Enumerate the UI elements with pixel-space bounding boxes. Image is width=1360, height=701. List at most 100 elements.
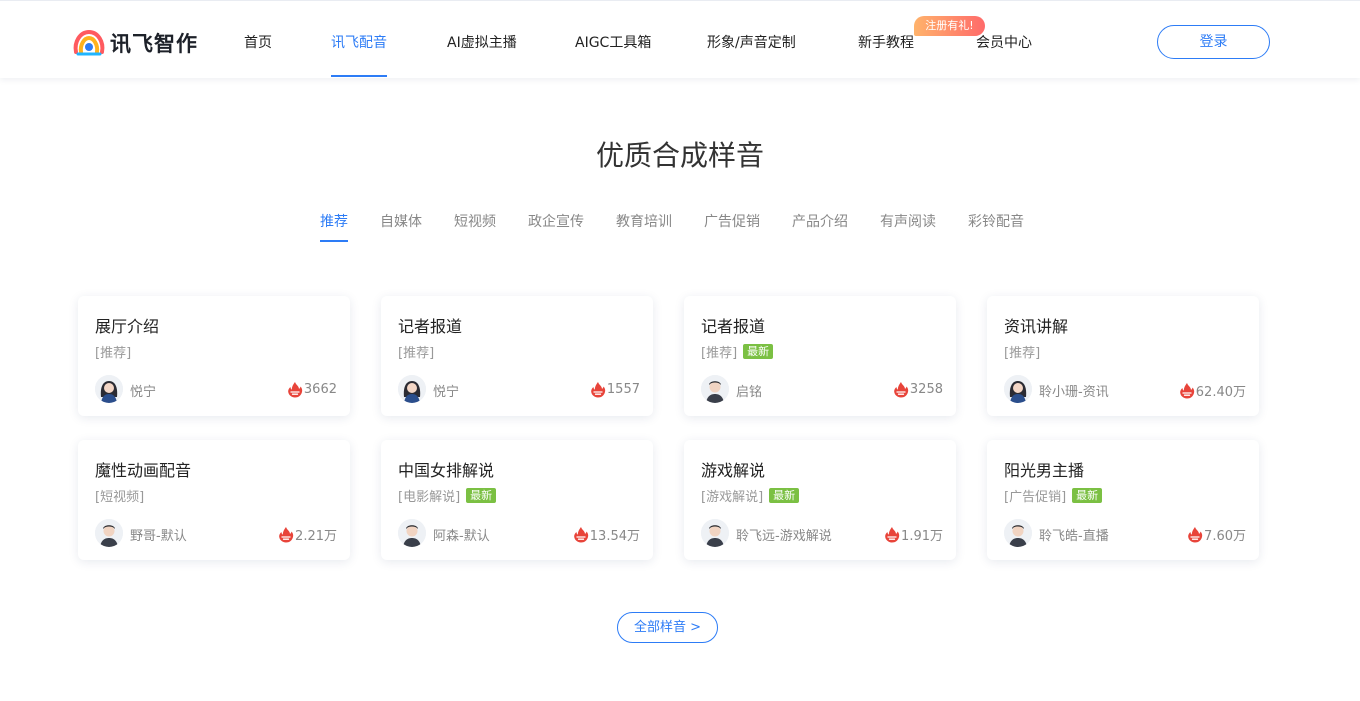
promo-badge[interactable]: 注册有礼! bbox=[914, 16, 985, 36]
card-tags: [推荐] bbox=[1004, 342, 1040, 361]
nav-item-dubbing[interactable]: 讯飞配音 bbox=[331, 32, 387, 52]
new-badge: 最新 bbox=[743, 344, 774, 359]
fire-icon bbox=[287, 381, 304, 398]
play-count: 2.21万 bbox=[278, 525, 337, 544]
play-count: 7.60万 bbox=[1187, 525, 1246, 544]
fire-icon bbox=[573, 526, 590, 543]
card-title: 阳光男主播 bbox=[1004, 461, 1085, 480]
play-count-value: 62.40万 bbox=[1195, 385, 1246, 400]
female-avatar bbox=[398, 375, 426, 403]
card-category-tag: [推荐] bbox=[1004, 346, 1041, 361]
voice-sample-card[interactable]: 中国女排解说 [电影解说] 最新阿森-默认 13.54万 bbox=[381, 440, 653, 560]
play-count: 1.91万 bbox=[884, 525, 943, 544]
tab-recommended[interactable]: 推荐 bbox=[320, 211, 348, 231]
tab-advertising[interactable]: 广告促销 bbox=[704, 211, 760, 231]
tab-self-media[interactable]: 自媒体 bbox=[380, 211, 422, 231]
play-count-value: 3662 bbox=[303, 382, 337, 397]
section-title: 优质合成样音 bbox=[595, 139, 764, 172]
voice-sample-card[interactable]: 阳光男主播 [广告促销] 最新聆飞皓-直播 7.60万 bbox=[987, 440, 1259, 560]
female-avatar bbox=[1004, 375, 1032, 403]
speaker-name: 启铭 bbox=[736, 385, 763, 400]
speaker-name: 悦宁 bbox=[433, 385, 460, 400]
fire-icon bbox=[1187, 526, 1204, 543]
card-tags: [电影解说] 最新 bbox=[398, 486, 497, 505]
tab-product[interactable]: 产品介绍 bbox=[792, 211, 848, 231]
nav-item-aigc-tools[interactable]: AIGC工具箱 bbox=[575, 32, 651, 52]
tab-ringtone[interactable]: 彩铃配音 bbox=[968, 211, 1024, 231]
logo-text: 讯飞智作 bbox=[110, 32, 198, 56]
voice-sample-card[interactable]: 魔性动画配音 [短视频] 野哥-默认 2.21万 bbox=[78, 440, 350, 560]
play-count-value: 1.91万 bbox=[901, 529, 943, 544]
voice-sample-card[interactable]: 资讯讲解 [推荐] 聆小珊-资讯 62.40万 bbox=[987, 296, 1259, 416]
card-title: 记者报道 bbox=[398, 317, 463, 336]
tab-audiobook[interactable]: 有声阅读 bbox=[880, 211, 936, 231]
card-title: 展厅介绍 bbox=[95, 317, 160, 336]
active-tab-indicator bbox=[320, 240, 348, 242]
nav-item-tutorial[interactable]: 新手教程 bbox=[858, 32, 914, 52]
fire-icon bbox=[590, 381, 607, 398]
voice-sample-card[interactable]: 游戏解说 [游戏解说] 最新聆飞远-游戏解说 1.91万 bbox=[684, 440, 956, 560]
new-badge: 最新 bbox=[1072, 488, 1103, 503]
card-tags: [短视频] bbox=[95, 486, 144, 505]
card-title: 中国女排解说 bbox=[398, 461, 495, 480]
login-button[interactable]: 登录 bbox=[1157, 25, 1270, 59]
male-avatar bbox=[1004, 519, 1032, 547]
fire-icon bbox=[278, 526, 295, 543]
tab-education[interactable]: 教育培训 bbox=[616, 211, 672, 231]
tab-short-video[interactable]: 短视频 bbox=[454, 211, 496, 231]
card-category-tag: [广告促销] bbox=[1004, 490, 1067, 505]
new-badge: 最新 bbox=[466, 488, 497, 503]
play-count-value: 2.21万 bbox=[295, 529, 337, 544]
nav-item-membership[interactable]: 会员中心 bbox=[976, 32, 1032, 52]
speaker-name: 聆飞远-游戏解说 bbox=[736, 529, 832, 544]
active-nav-indicator bbox=[331, 75, 387, 77]
card-tags: [游戏解说] 最新 bbox=[701, 486, 800, 505]
all-samples-button[interactable]: 全部样音 > bbox=[617, 612, 718, 643]
card-category-tag: [推荐] bbox=[701, 346, 738, 361]
male-avatar bbox=[701, 519, 729, 547]
card-title: 魔性动画配音 bbox=[95, 461, 192, 480]
card-title: 资讯讲解 bbox=[1004, 317, 1069, 336]
voice-sample-card[interactable]: 展厅介绍 [推荐] 悦宁 3662 bbox=[78, 296, 350, 416]
card-tags: [推荐] bbox=[398, 342, 434, 361]
play-count: 62.40万 bbox=[1179, 381, 1246, 400]
speaker-name: 野哥-默认 bbox=[130, 529, 187, 544]
tab-government[interactable]: 政企宣传 bbox=[528, 211, 584, 231]
play-count: 3662 bbox=[287, 381, 337, 398]
nav-item-ai-anchor[interactable]: AI虚拟主播 bbox=[447, 32, 517, 52]
card-tags: [广告促销] 最新 bbox=[1004, 486, 1103, 505]
female-avatar bbox=[95, 375, 123, 403]
card-category-tag: [推荐] bbox=[398, 346, 435, 361]
play-count: 13.54万 bbox=[573, 525, 640, 544]
card-category-tag: [游戏解说] bbox=[701, 490, 764, 505]
fire-icon bbox=[884, 526, 901, 543]
nav-item-custom-voice[interactable]: 形象/声音定制 bbox=[707, 32, 796, 52]
brand-logo[interactable]: 讯飞智作 bbox=[72, 27, 198, 59]
speaker-name: 阿森-默认 bbox=[433, 529, 490, 544]
play-count-value: 13.54万 bbox=[589, 529, 640, 544]
fire-icon bbox=[1179, 382, 1196, 399]
card-category-tag: [电影解说] bbox=[398, 490, 461, 505]
nav-item-home[interactable]: 首页 bbox=[244, 32, 272, 52]
play-count-value: 1557 bbox=[606, 382, 640, 397]
card-title: 记者报道 bbox=[701, 317, 766, 336]
logo-icon bbox=[73, 29, 105, 56]
card-tags: [推荐] bbox=[95, 342, 131, 361]
card-tags: [推荐] 最新 bbox=[701, 342, 774, 361]
speaker-name: 聆飞皓-直播 bbox=[1039, 529, 1109, 544]
speaker-name: 聆小珊-资讯 bbox=[1039, 385, 1109, 400]
fire-icon bbox=[893, 381, 910, 398]
male-avatar bbox=[701, 375, 729, 403]
male-avatar bbox=[398, 519, 426, 547]
voice-sample-card[interactable]: 记者报道 [推荐] 最新启铭 3258 bbox=[684, 296, 956, 416]
card-category-tag: [短视频] bbox=[95, 490, 145, 505]
card-category-tag: [推荐] bbox=[95, 346, 132, 361]
play-count-value: 3258 bbox=[909, 382, 943, 397]
male-avatar bbox=[95, 519, 123, 547]
card-title: 游戏解说 bbox=[701, 461, 766, 480]
play-count: 3258 bbox=[893, 381, 943, 398]
top-header: 讯飞智作 首页 讯飞配音 AI虚拟主播 AIGC工具箱 形象/声音定制 新手教程… bbox=[0, 0, 1360, 78]
new-badge: 最新 bbox=[769, 488, 800, 503]
voice-sample-card[interactable]: 记者报道 [推荐] 悦宁 1557 bbox=[381, 296, 653, 416]
speaker-name: 悦宁 bbox=[130, 385, 157, 400]
